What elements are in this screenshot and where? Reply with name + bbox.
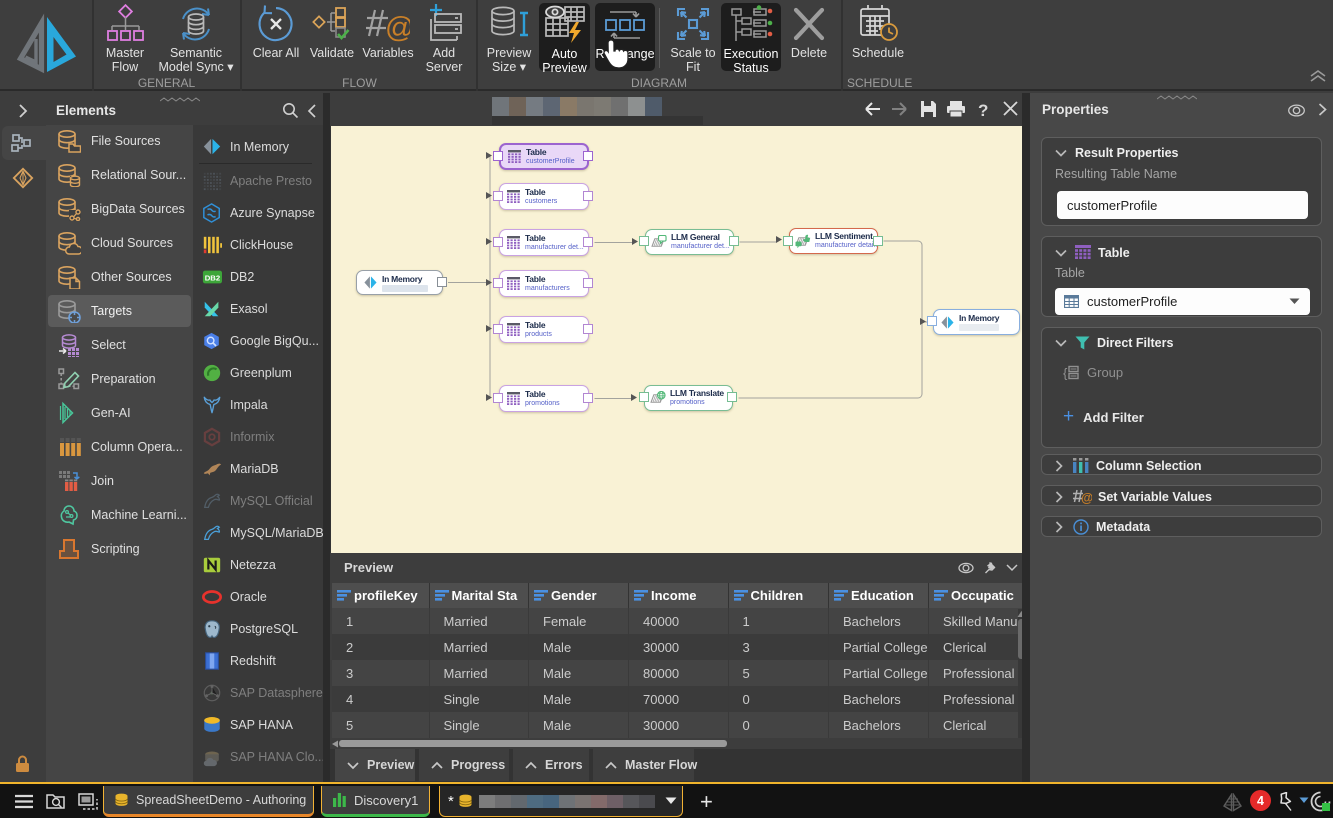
svg-text:DB2: DB2 [205,273,220,282]
svg-text:{: { [1063,366,1068,381]
svg-text:@: @ [1081,491,1092,504]
svg-text:?: ? [978,101,988,119]
svg-text:@: @ [385,12,410,44]
